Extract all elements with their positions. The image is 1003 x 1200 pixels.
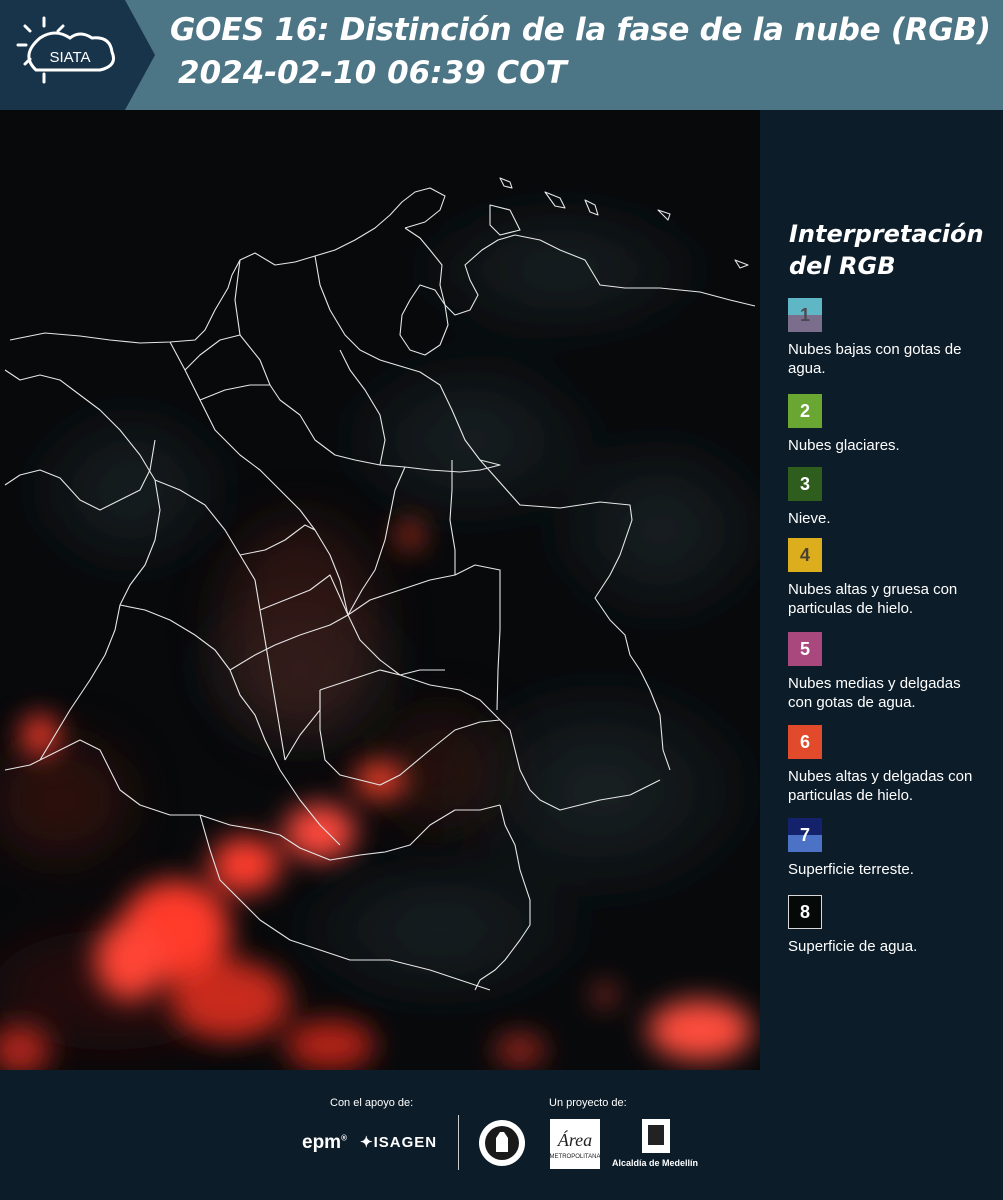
legend-number: 5 xyxy=(799,638,810,659)
legend-number: 1 xyxy=(799,304,810,325)
legend-swatch-7: 7 xyxy=(788,818,822,852)
legend-swatch-2: 2 xyxy=(788,394,822,428)
footer: Con el apoyo de: Un proyecto de: epm® ✦I… xyxy=(0,1070,1003,1200)
siata-logo: SIATA xyxy=(0,0,155,110)
legend-item-4: 4 Nubes altas y gruesa con particulas de… xyxy=(788,538,988,618)
legend-swatch-3: 3 xyxy=(788,467,822,501)
legend-swatch-5: 5 xyxy=(788,632,822,666)
legend-item-3: 3 Nieve. xyxy=(788,467,988,528)
legend-title: Interpretación del RGB xyxy=(789,220,984,280)
legend-number: 4 xyxy=(799,544,810,565)
isagen-star-icon: ✦ xyxy=(360,1134,374,1151)
legend-label: Nubes glaciares. xyxy=(788,437,900,454)
legend-item-7: 7 Superficie terreste. xyxy=(788,818,988,879)
legend-swatch-1: 1 xyxy=(788,298,822,332)
legend-number: 2 xyxy=(799,400,810,421)
legend-label: Superficie de agua. xyxy=(788,938,918,955)
header-bar: SIATA GOES 16: Distinción de la fase de … xyxy=(0,0,1003,110)
project-label: Un proyecto de: xyxy=(549,1097,627,1109)
alcaldia-label: Alcaldía de Medellín xyxy=(612,1158,699,1168)
page-title: GOES 16: Distinción de la fase de la nub… xyxy=(170,12,991,48)
legend-panel: Interpretación del RGB 1 Nubes bajas con… xyxy=(760,110,1003,1070)
support-label: Con el apoyo de: xyxy=(330,1097,414,1109)
alcaldia-logo xyxy=(612,1117,700,1160)
satellite-map[interactable] xyxy=(0,110,760,1070)
legend-swatch-8: 8 xyxy=(788,895,822,929)
satellite-image xyxy=(0,110,760,1070)
page-timestamp: 2024-02-10 06:39 COT xyxy=(178,55,567,91)
isagen-logo-text: ISAGEN xyxy=(373,1134,438,1151)
legend-item-5: 5 Nubes medias y delgadas con gotas de a… xyxy=(788,632,988,712)
legend-number: 7 xyxy=(799,824,810,845)
siata-logo-text: SIATA xyxy=(49,49,90,66)
epm-logo-text: epm xyxy=(302,1132,342,1153)
legend-label: Nubes altas y delgadas con particulas de… xyxy=(788,768,973,804)
legend-swatch-4: 4 xyxy=(788,538,822,572)
legend-number: 3 xyxy=(799,473,810,494)
legend-number: 6 xyxy=(799,731,810,752)
legend-swatch-6: 6 xyxy=(788,725,822,759)
legend-number: 8 xyxy=(799,901,810,922)
legend-label: Superficie terreste. xyxy=(788,861,914,878)
seal-logo xyxy=(477,1118,527,1173)
area-logo-text: Área xyxy=(557,1129,592,1150)
legend-item-2: 2 Nubes glaciares. xyxy=(788,394,988,455)
legend-item-8: 8 Superficie de agua. xyxy=(788,895,988,956)
footer-divider xyxy=(458,1115,459,1170)
legend-label: Nubes altas y gruesa con particulas de h… xyxy=(788,581,958,617)
legend-label: Nubes bajas con gotas de agua. xyxy=(788,341,962,377)
legend-label: Nubes medias y delgadas con gotas de agu… xyxy=(788,675,961,711)
isagen-logo: ✦ISAGEN xyxy=(360,1133,437,1151)
legend-item-1: 1 Nubes bajas con gotas de agua. xyxy=(788,298,988,378)
legend-item-6: 6 Nubes altas y delgadas con particulas … xyxy=(788,725,988,805)
epm-logo: epm® xyxy=(302,1132,347,1153)
area-logo-subtext: METROPOLITANA xyxy=(550,1154,601,1160)
area-metropolitana-logo: Área METROPOLITANA xyxy=(549,1118,601,1175)
legend-label: Nieve. xyxy=(788,510,831,527)
